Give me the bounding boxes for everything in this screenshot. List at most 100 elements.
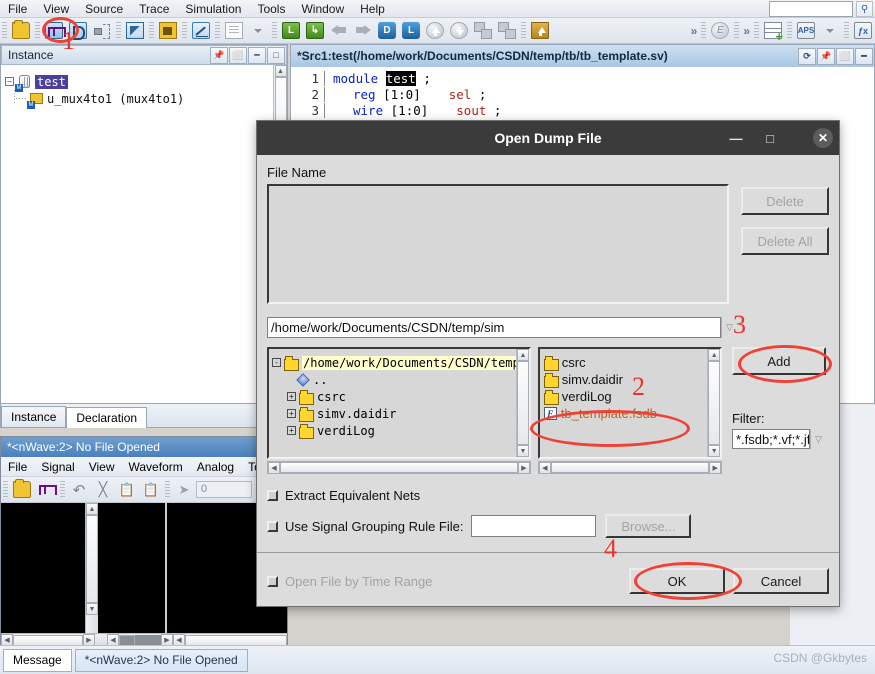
path-input[interactable]: /home/work/Documents/CSDN/temp/sim	[267, 317, 721, 338]
menu-item-tools[interactable]: Tools	[249, 0, 293, 18]
dir-tree-item-simv[interactable]: + simv.daidir	[272, 405, 513, 422]
collapse-expander-icon[interactable]: –	[5, 77, 14, 86]
tab-declaration[interactable]: Declaration	[66, 407, 148, 428]
close-icon[interactable]: ✕	[813, 128, 833, 148]
menu-item-help[interactable]: Help	[352, 0, 393, 18]
add-table-button[interactable]	[762, 20, 784, 43]
scroll-up-arrow-icon[interactable]: ▲	[274, 65, 287, 77]
taskbar-item-message[interactable]: Message	[3, 648, 72, 672]
toolbar-grip-12[interactable]	[787, 21, 792, 40]
file-scroll-down-icon[interactable]: ▼	[708, 445, 721, 457]
nwave-get-signals-button[interactable]	[35, 479, 57, 501]
source-pin-icon[interactable]: 📌	[817, 47, 835, 65]
hierarchy-button[interactable]	[91, 20, 113, 42]
dir-tree-item-parent[interactable]: ..	[272, 371, 513, 388]
fx-button[interactable]: ƒx	[852, 20, 874, 42]
toolbar-grip-8[interactable]	[521, 21, 526, 40]
toolbar-grip[interactable]	[2, 21, 7, 40]
load-button[interactable]: L	[400, 20, 422, 42]
open-folder-button[interactable]	[10, 20, 32, 42]
tree-node-child[interactable]: M u_mux4to1 (mux4to1)	[5, 90, 269, 109]
open-dir-button[interactable]	[157, 20, 179, 42]
refresh-icon[interactable]: ⟳	[798, 47, 816, 65]
rule-file-input[interactable]	[471, 515, 597, 537]
file-list-vscrollbar[interactable]: ▲ ▼	[707, 349, 721, 457]
bookmark-button[interactable]	[529, 20, 551, 42]
dir-tree-hscrollbar[interactable]: ◀ ▶	[267, 461, 531, 474]
dir-tree-item-root[interactable]: - /home/work/Documents/CSDN/temp	[272, 354, 516, 371]
toolbar-grip-4[interactable]	[149, 21, 154, 40]
toolbar-grip-10[interactable]	[734, 21, 740, 40]
nwave-menu-waveform[interactable]: Waveform	[122, 460, 190, 474]
menu-item-source[interactable]: Source	[77, 0, 131, 18]
file-scroll-up-icon[interactable]: ▲	[708, 349, 721, 361]
directory-tree-list[interactable]: - /home/work/Documents/CSDN/temp .. + cs…	[269, 349, 516, 457]
delete-all-button[interactable]: Delete All	[741, 227, 829, 255]
nwave-menu-analog[interactable]: Analog	[190, 460, 241, 474]
undock-icon[interactable]: ⬜	[229, 46, 247, 64]
dir-scroll-up-icon[interactable]: ▲	[517, 349, 529, 361]
pop-hier-button[interactable]	[496, 20, 518, 42]
maximize-icon[interactable]: □	[267, 46, 285, 64]
wave-scroll-up-icon[interactable]: ▲	[86, 503, 98, 515]
dir-hscroll-left-icon[interactable]: ◀	[268, 461, 280, 474]
document-dropdown-button[interactable]	[247, 20, 269, 42]
toolbar-grip-9[interactable]	[701, 21, 707, 40]
document-button[interactable]	[223, 20, 245, 42]
dir-hscroll-right-icon[interactable]: ▶	[518, 461, 530, 474]
expand-expander-icon-3[interactable]: +	[287, 426, 296, 435]
dir-tree-item-verdilog[interactable]: + verdiLog	[272, 422, 513, 439]
tab-instance[interactable]: Instance	[1, 406, 67, 427]
filter-input[interactable]: *.fsdb;*.vf;*.jf	[731, 429, 810, 449]
menu-item-trace[interactable]: Trace	[131, 0, 177, 18]
nwave-waveform-area[interactable]: ▲ ▼	[1, 503, 287, 633]
nwave-menu-signal[interactable]: Signal	[34, 460, 81, 474]
nwave-paste-button[interactable]: 📋	[140, 479, 162, 501]
overflow-chevron-icon-2[interactable]: »	[743, 24, 750, 38]
file-list-hscrollbar[interactable]: ◀ ▶	[537, 461, 723, 474]
aps-button[interactable]: APS	[795, 20, 817, 42]
toolbar-grip-2[interactable]	[35, 21, 40, 40]
nwave-pointer-button[interactable]: ➤	[173, 479, 195, 501]
driver-button[interactable]: D	[376, 20, 398, 42]
file-scrollbar-thumb[interactable]	[708, 361, 721, 445]
nwave-time-input[interactable]: 0	[196, 481, 252, 498]
dir-scroll-down-icon[interactable]: ▼	[517, 445, 529, 457]
nwave-menubar[interactable]: File Signal View Waveform Analog Tools	[1, 457, 287, 477]
signal-grouping-row[interactable]: Use Signal Grouping Rule File: Browse...	[267, 514, 829, 538]
dialog-maximize-button[interactable]: □	[753, 121, 787, 155]
wave-scrollbar-thumb[interactable]	[86, 515, 98, 603]
directory-tree-panel[interactable]: - /home/work/Documents/CSDN/temp .. + cs…	[267, 347, 531, 459]
search-input[interactable]	[769, 1, 853, 17]
dialog-minimize-button[interactable]: —	[719, 121, 753, 155]
tree-node-root[interactable]: – M test	[5, 73, 269, 104]
file-hscroll-thumb[interactable]	[550, 462, 710, 473]
nwave-cut-button[interactable]: ╳	[92, 479, 114, 501]
expand-expander-icon-2[interactable]: +	[287, 409, 296, 418]
expand-expander-icon[interactable]: +	[287, 392, 296, 401]
file-hscroll-right-icon[interactable]: ▶	[709, 461, 722, 474]
magnifier-icon[interactable]: ⚲	[856, 1, 873, 17]
toolbar-grip-7[interactable]	[272, 21, 277, 40]
wave-scroll-down-icon[interactable]: ▼	[86, 603, 98, 615]
nwave-open-button[interactable]	[11, 479, 33, 501]
nwave-menu-view[interactable]: View	[82, 460, 122, 474]
source-undock-icon[interactable]: ⬜	[836, 47, 854, 65]
extract-nets-row[interactable]: Extract Equivalent Nets	[267, 488, 829, 503]
menu-item-window[interactable]: Window	[293, 0, 352, 18]
schematic-button[interactable]	[124, 20, 146, 42]
nwave-grip-3[interactable]	[165, 480, 170, 499]
browse-button[interactable]: Browse...	[605, 514, 692, 538]
edit-pencil-button[interactable]	[190, 20, 212, 42]
nwave-grip[interactable]	[3, 480, 8, 499]
scroll-up-button[interactable]	[424, 20, 446, 42]
toolbar-grip-13[interactable]	[844, 21, 849, 40]
nwave-menu-file[interactable]: File	[1, 460, 34, 474]
taskbar-item-nwave[interactable]: *<nWave:2> No File Opened	[74, 648, 248, 672]
menu-item-view[interactable]: View	[35, 0, 77, 18]
aps-dropdown-button[interactable]	[819, 20, 841, 42]
hscroll-thumb-1[interactable]	[13, 634, 83, 646]
toolbar-grip-5[interactable]	[182, 21, 187, 40]
file-list-item-verdilog[interactable]: verdiLog	[543, 388, 703, 405]
forward-button[interactable]	[352, 20, 374, 42]
